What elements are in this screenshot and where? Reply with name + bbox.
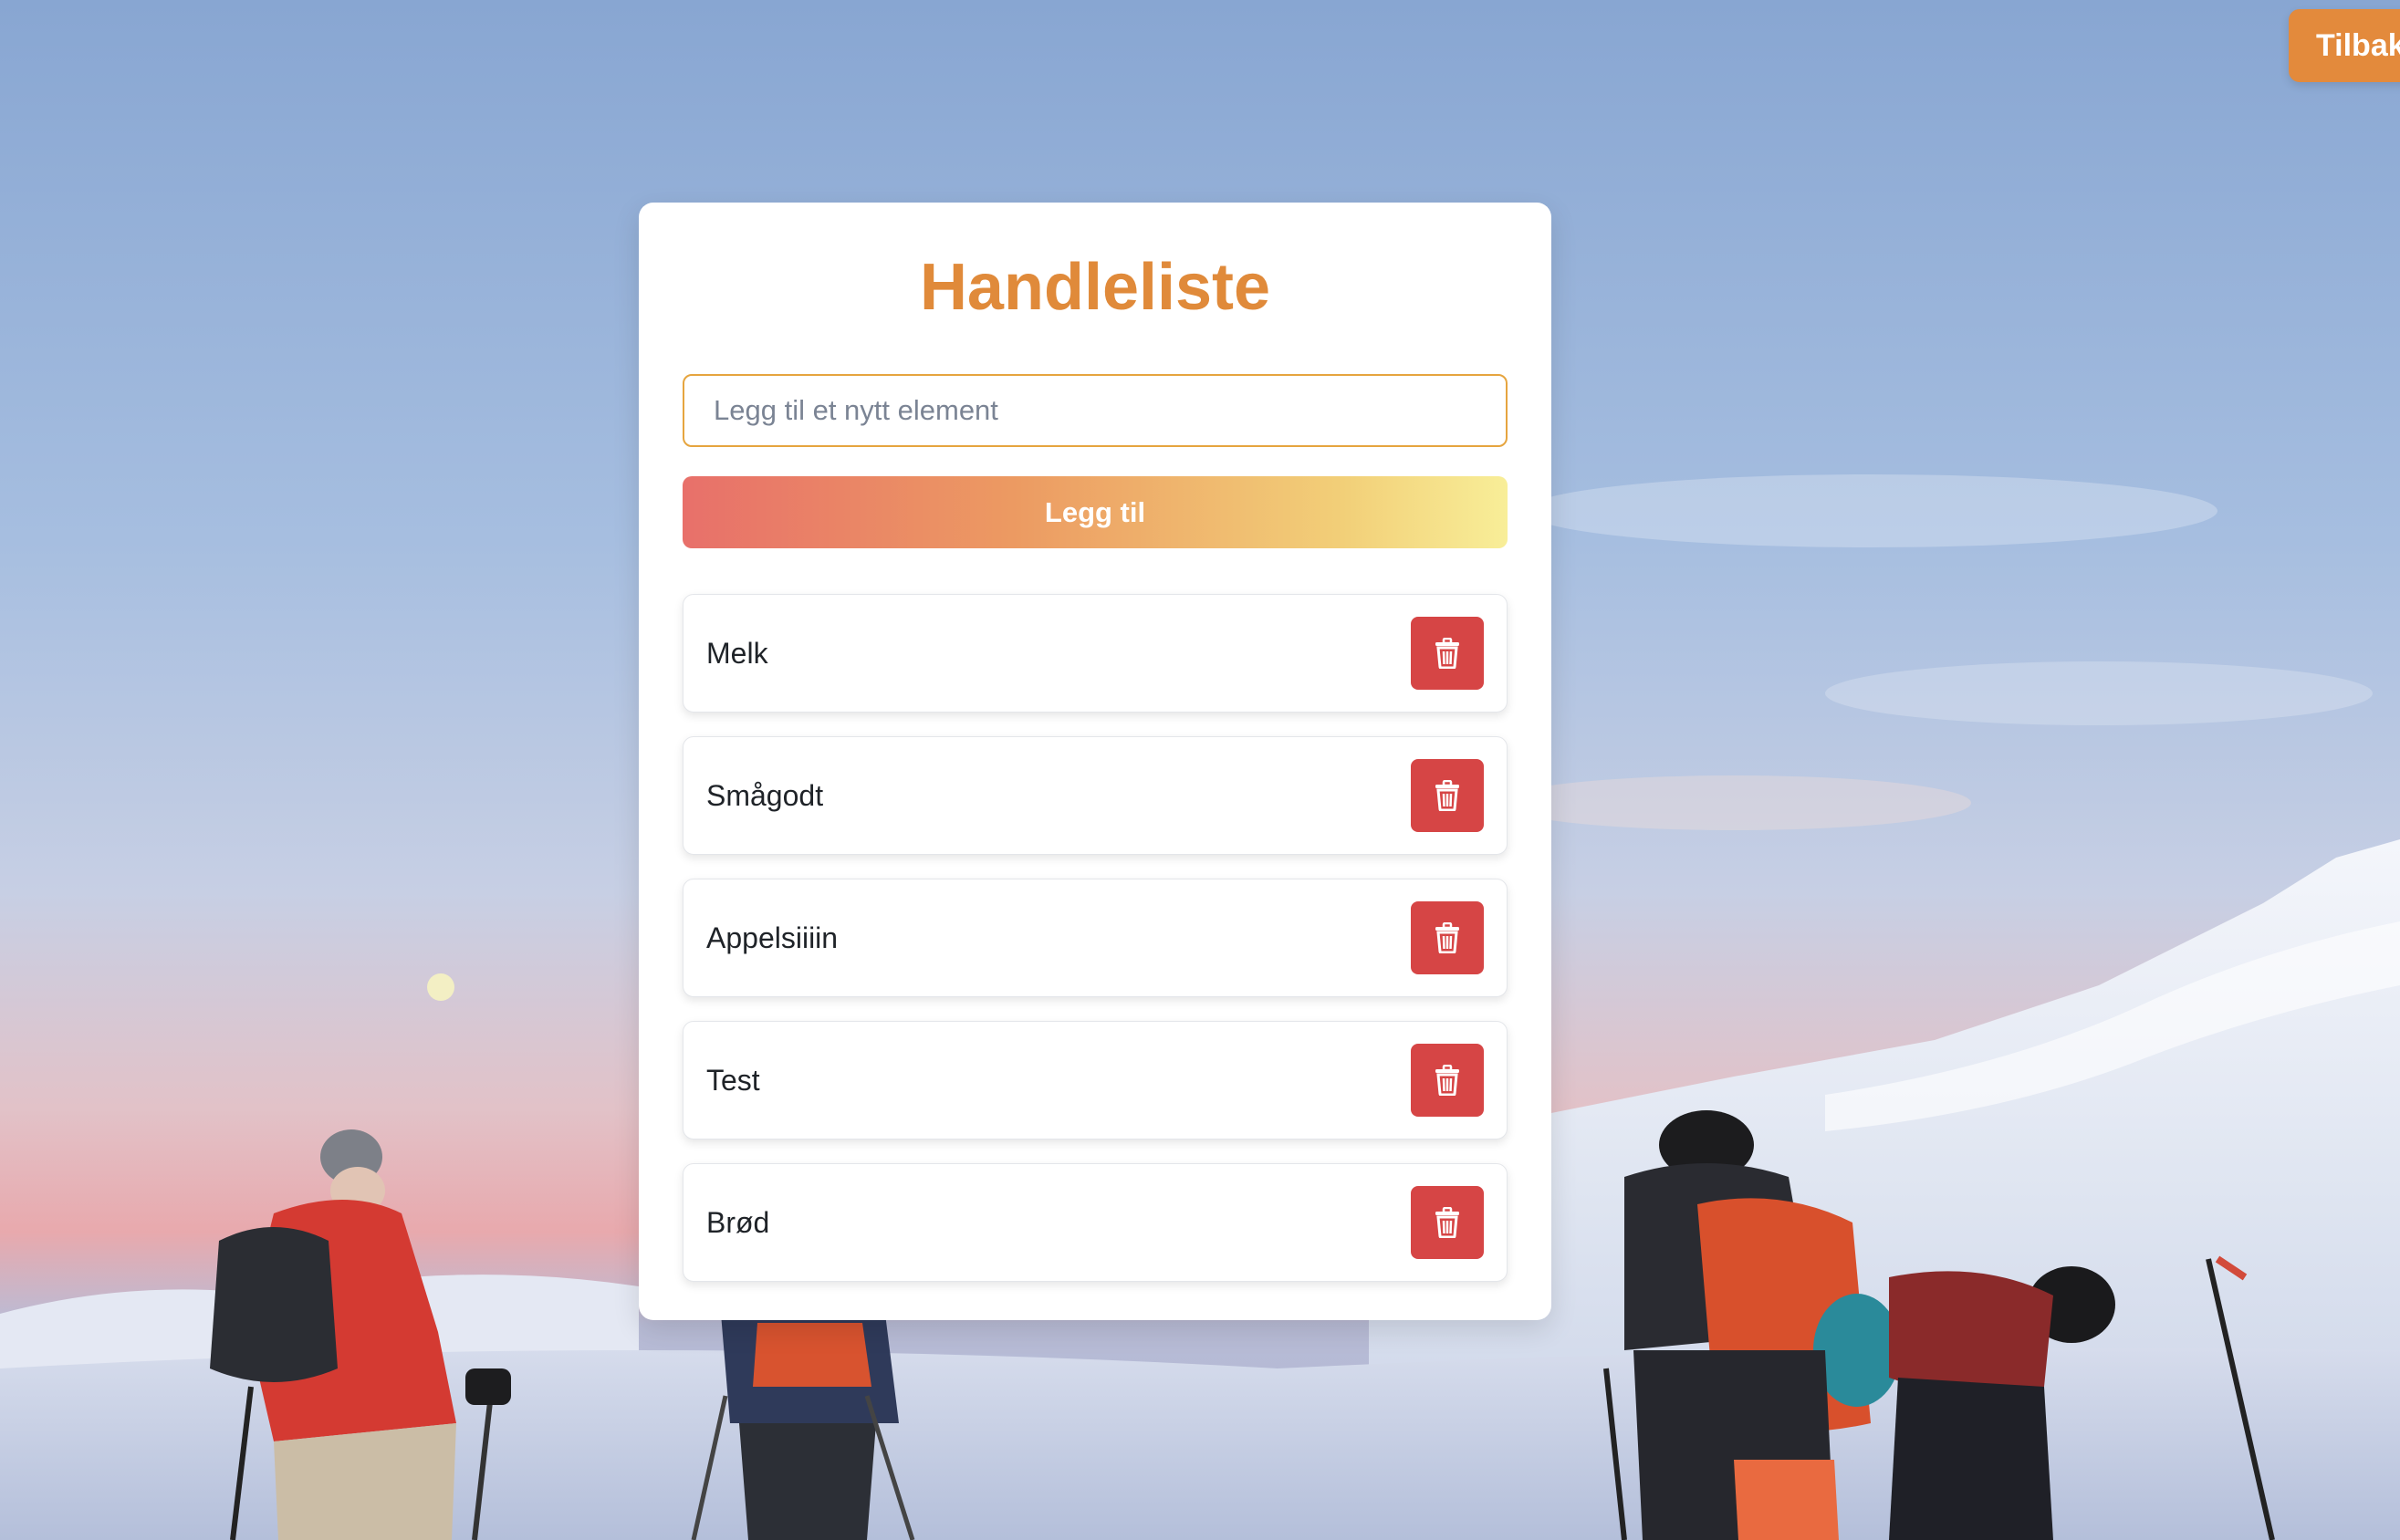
page-title: Handleliste [919,251,1271,324]
back-button[interactable]: Tilbake [2289,9,2400,82]
item-label: Melk [706,636,768,670]
item-label: Appelsiiiin [706,921,839,954]
add-item-button[interactable]: Legg til [683,476,1508,548]
trash-icon [1435,1065,1459,1096]
delete-item-button[interactable] [1411,901,1484,974]
item-list: Melk Smågodt Appelsiiiin Test Brød [683,594,1508,1282]
item-label: Brød [706,1205,770,1239]
shopping-list-card: Handleliste Legg til Melk Smågodt [639,203,1551,1320]
list-item: Melk [683,594,1508,713]
item-label: Test [706,1063,760,1097]
new-item-input[interactable] [683,374,1508,447]
delete-item-button[interactable] [1411,759,1484,832]
delete-item-button[interactable] [1411,1186,1484,1259]
trash-icon [1435,638,1459,669]
item-label: Smågodt [706,778,824,812]
delete-item-button[interactable] [1411,617,1484,690]
list-item: Brød [683,1163,1508,1282]
list-item: Appelsiiiin [683,879,1508,997]
trash-icon [1435,1207,1459,1238]
delete-item-button[interactable] [1411,1044,1484,1117]
list-item: Smågodt [683,736,1508,855]
trash-icon [1435,780,1459,811]
list-item: Test [683,1021,1508,1139]
trash-icon [1435,922,1459,953]
